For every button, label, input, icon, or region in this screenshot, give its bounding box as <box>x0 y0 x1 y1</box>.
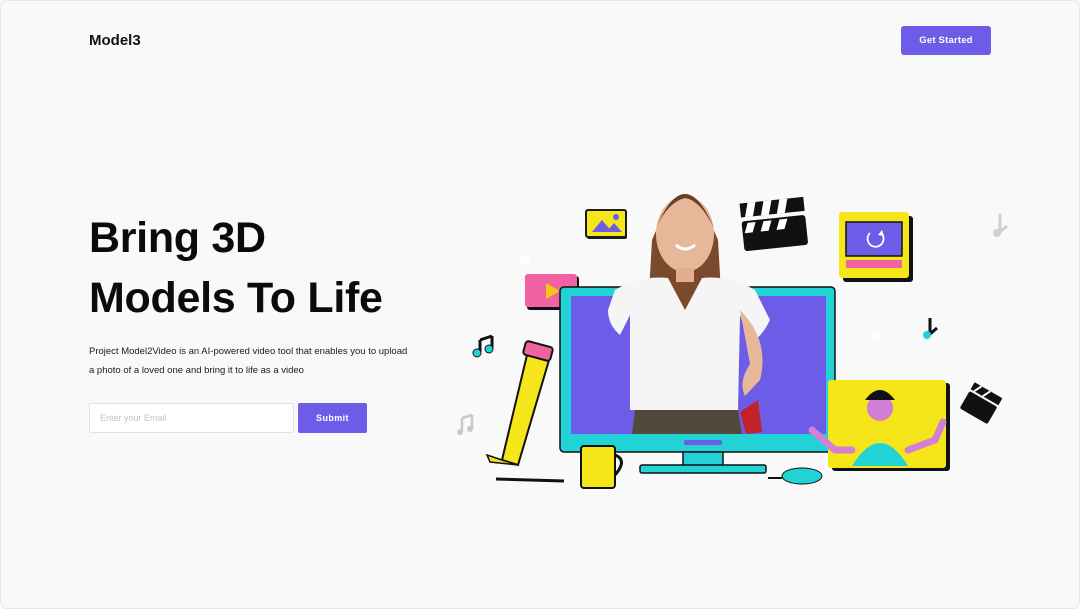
image-icon <box>585 209 627 239</box>
logo[interactable]: Model3 <box>89 32 141 49</box>
video-player-icon <box>839 212 913 282</box>
headline-line-2: Models To Life <box>89 274 383 322</box>
hero-description: Project Model2Video is an AI-powered vid… <box>89 346 408 376</box>
pencil-icon <box>485 340 565 483</box>
headline-line-1: Bring 3D <box>89 214 266 262</box>
mug-icon <box>580 445 623 489</box>
email-input[interactable] <box>89 403 294 433</box>
clapperboard-small-icon <box>960 382 1003 424</box>
hero-headline: Bring 3D Models To Life <box>89 208 449 328</box>
mouse-icon <box>768 467 823 485</box>
submit-button[interactable]: Submit <box>298 403 367 433</box>
avatar-person-icon <box>808 380 950 471</box>
clapperboard-icon <box>739 196 808 252</box>
hero-illustration <box>457 194 1008 489</box>
get-started-button[interactable]: Get Started <box>901 26 991 55</box>
